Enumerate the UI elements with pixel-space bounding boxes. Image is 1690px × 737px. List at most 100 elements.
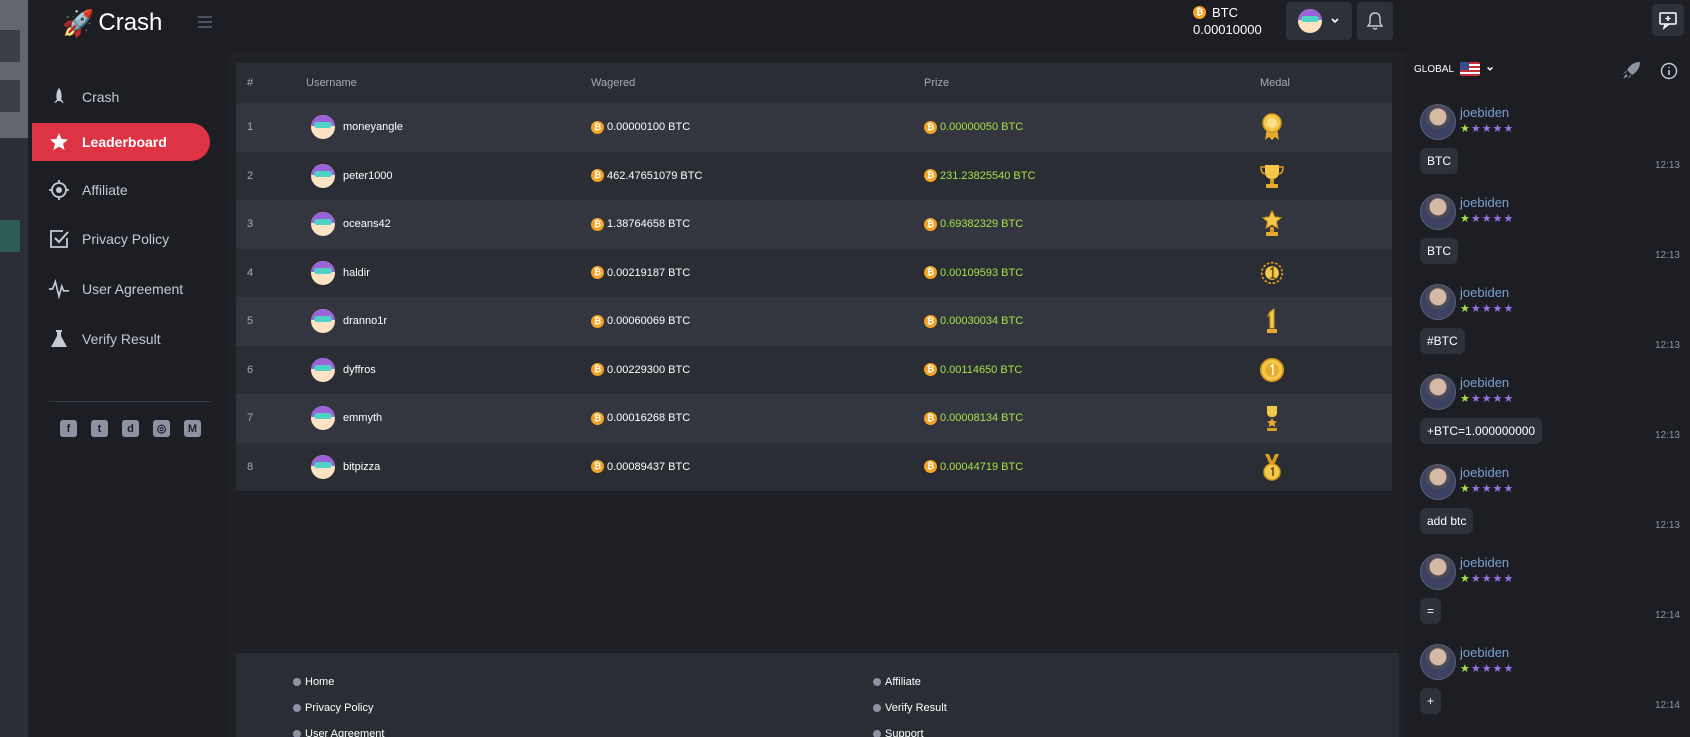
user-menu-button[interactable] (1286, 2, 1352, 40)
bitcoin-coin-icon: ₿ (924, 266, 937, 280)
chat-username[interactable]: joebiden (1460, 645, 1509, 660)
chat-panel: GLOBAL joebiden ★★★★★ BTC 12:13 joebiden… (1405, 52, 1690, 737)
footer-link-label: Home (305, 676, 335, 688)
avatar (311, 454, 335, 479)
sidebar-item-leaderboard[interactable]: Leaderboard (32, 123, 210, 161)
chat-toggle-button[interactable] (1652, 4, 1684, 36)
header-wagered: Wagered (591, 77, 636, 89)
sidebar-item-affiliate[interactable]: Affiliate (32, 171, 210, 209)
table-row: 5 dranno1r ₿ 0.00060069 BTC ₿ 0.00030034 B… (236, 297, 1392, 346)
row-username[interactable]: bitpizza (343, 461, 380, 473)
user-rating-stars: ★★★★★ (1460, 123, 1515, 135)
facebook-icon[interactable]: f (60, 420, 77, 437)
chat-message-time: 12:13 (1654, 160, 1680, 171)
target-icon (48, 179, 70, 201)
header-rank: # (247, 77, 254, 89)
balance-amount: 0.00010000 (1193, 22, 1262, 37)
sidebar-item-user-agreement[interactable]: User Agreement (32, 270, 210, 308)
chat-username[interactable]: joebiden (1460, 375, 1509, 390)
row-prize: 0.00000050 BTC (940, 121, 1024, 134)
avatar[interactable] (1420, 554, 1456, 590)
avatar[interactable] (1420, 194, 1456, 230)
table-row: 2 peter1000 ₿ 462.47651079 BTC ₿ 231.23825… (236, 151, 1392, 200)
footer-link-label: Affiliate (885, 676, 921, 688)
bitcoin-coin-icon: ₿ (591, 411, 604, 425)
balance-currency: BTC (1212, 5, 1238, 20)
small-trophy-icon (1260, 404, 1284, 432)
info-icon[interactable] (1660, 62, 1678, 80)
medium-icon[interactable]: M (184, 420, 201, 437)
chat-username[interactable]: joebiden (1460, 195, 1509, 210)
avatar (311, 212, 335, 237)
rocket-icon[interactable] (1620, 60, 1642, 82)
row-username[interactable]: haldir (343, 267, 370, 279)
row-rank: 6 (247, 363, 254, 376)
chat-username[interactable]: joebiden (1460, 105, 1509, 120)
row-prize: 0.00030034 BTC (940, 315, 1024, 328)
footer-link-affiliate[interactable]: Affiliate (873, 676, 921, 688)
user-rating-stars: ★★★★★ (1460, 213, 1515, 225)
notifications-button[interactable] (1357, 2, 1393, 40)
sidebar-item-verify-result[interactable]: Verify Result (32, 320, 210, 358)
avatar[interactable] (1420, 284, 1456, 320)
footer-link-support[interactable]: Support (873, 728, 924, 737)
row-prize: 231.23825540 BTC (940, 169, 1036, 182)
bitcoin-coin-icon: ₿ (591, 363, 604, 377)
sidebar-item-label: Privacy Policy (82, 231, 170, 247)
avatar[interactable] (1420, 464, 1456, 500)
star-icon (48, 131, 70, 153)
flask-icon (48, 328, 70, 350)
footer-link-home[interactable]: Home (293, 676, 334, 688)
hamburger-menu-icon[interactable] (198, 16, 212, 30)
chat-message-time: 12:13 (1654, 250, 1680, 261)
bitcoin-coin-icon: ₿ (591, 460, 604, 474)
dribbble-icon[interactable]: ◎ (153, 420, 170, 437)
chevron-down-icon (1331, 18, 1339, 24)
row-username[interactable]: dyffros (343, 364, 376, 376)
row-username[interactable]: dranno1r (343, 315, 387, 327)
user-rating-stars: ★★★★★ (1460, 483, 1515, 495)
row-rank: 8 (247, 460, 254, 473)
footer-link-verify-result[interactable]: Verify Result (873, 702, 947, 714)
bitcoin-coin-icon: ₿ (591, 217, 604, 231)
chat-username[interactable]: joebiden (1460, 285, 1509, 300)
avatar[interactable] (1420, 644, 1456, 680)
footer-link-privacy-policy[interactable]: Privacy Policy (293, 702, 373, 714)
row-wagered: 0.00219187 BTC (607, 266, 691, 279)
row-prize: 0.00114650 BTC (940, 363, 1023, 376)
chat-username[interactable]: joebiden (1460, 465, 1509, 480)
chat-username[interactable]: joebiden (1460, 555, 1509, 570)
bullet-icon (293, 704, 301, 712)
pulse-icon (48, 278, 70, 300)
bitcoin-coin-icon: ₿ (924, 460, 937, 474)
balance-display[interactable]: ₿ BTC 0.00010000 (1193, 5, 1283, 37)
star-trophy-icon (1260, 210, 1284, 238)
sidebar-item-privacy-policy[interactable]: Privacy Policy (32, 220, 210, 258)
row-rank: 3 (247, 218, 254, 231)
avatar (311, 115, 335, 140)
background-block (0, 80, 20, 112)
row-username[interactable]: oceans42 (343, 218, 391, 230)
twitter-icon[interactable]: t (91, 420, 108, 437)
bitcoin-coin-icon: ₿ (591, 169, 604, 183)
row-username[interactable]: emmyth (343, 412, 382, 424)
bullet-icon (873, 678, 881, 686)
avatar[interactable] (1420, 374, 1456, 410)
bitcoin-coin-icon: ₿ (924, 217, 937, 231)
table-row: 4 haldir ₿ 0.00219187 BTC ₿ 0.00109593 BTC (236, 248, 1392, 297)
trophy-cup-icon (1260, 162, 1284, 190)
chat-message-time: 12:14 (1654, 610, 1680, 621)
footer-link-user-agreement[interactable]: User Agreement (293, 728, 384, 737)
chat-channel-selector[interactable]: GLOBAL (1414, 62, 1494, 76)
row-username[interactable]: moneyangle (343, 121, 403, 133)
social-links: f t d ◎ M (60, 420, 201, 437)
bullet-icon (293, 730, 301, 737)
row-username[interactable]: peter1000 (343, 170, 393, 182)
avatar[interactable] (1420, 104, 1456, 140)
sidebar-item-crash[interactable]: Crash (32, 78, 210, 116)
chat-message-text: +BTC=1.000000000 (1420, 418, 1543, 444)
app-logo[interactable]: 🚀 Crash (62, 8, 162, 38)
number-one-trophy-icon (1260, 307, 1284, 335)
chevron-down-icon (1487, 66, 1493, 71)
discord-icon[interactable]: d (122, 420, 139, 437)
